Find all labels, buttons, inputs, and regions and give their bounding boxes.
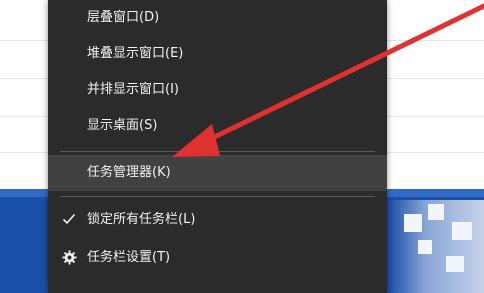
red-arrow-annotation — [172, 3, 484, 157]
